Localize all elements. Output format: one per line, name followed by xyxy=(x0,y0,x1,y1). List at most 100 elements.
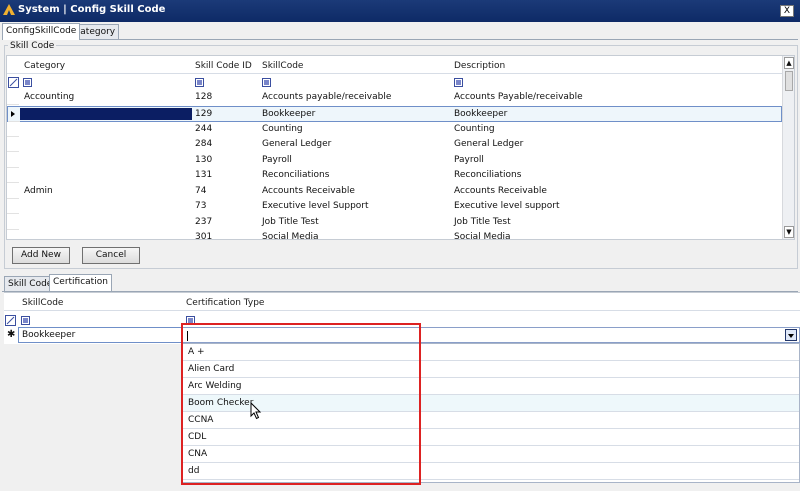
text-caret xyxy=(187,331,188,341)
dropdown-item[interactable]: Alien Card xyxy=(183,361,799,378)
dropdown-item[interactable]: A + xyxy=(183,344,799,361)
dropdown-arrow-icon[interactable] xyxy=(785,329,797,341)
tab-panel-border xyxy=(2,39,798,40)
column-header-skillcode[interactable]: SkillCode xyxy=(262,61,303,71)
cell-description: Accounts Receivable xyxy=(454,185,547,196)
dropdown-item[interactable]: dd xyxy=(183,463,799,480)
dropdown-item[interactable]: CCNA xyxy=(183,412,799,429)
table-row[interactable]: 131 Reconciliations Reconciliations xyxy=(7,168,782,184)
tab-configskillcode[interactable]: ConfigSkillCode xyxy=(2,23,81,40)
dropdown-item[interactable]: CNA xyxy=(183,446,799,463)
certification-dropdown-list[interactable]: A + Alien Card Arc Welding Boom Checker … xyxy=(182,331,800,483)
cell-description: Payroll xyxy=(454,154,484,165)
cell-skillcode: Counting xyxy=(262,123,303,134)
cancel-button[interactable]: Cancel xyxy=(82,247,140,264)
table-row[interactable]: 244 Counting Counting xyxy=(7,122,782,138)
cell-category: Accounting xyxy=(24,92,75,102)
cell-description: Executive level support xyxy=(454,201,560,211)
row-header[interactable] xyxy=(7,168,19,183)
cell-id: 130 xyxy=(195,154,213,165)
scroll-thumb[interactable] xyxy=(785,71,793,91)
column-header-description[interactable]: Description xyxy=(454,61,505,71)
row-header[interactable] xyxy=(7,215,19,230)
table-row-selected[interactable]: 129 Bookkeeper Bookkeeper xyxy=(7,106,782,122)
cell-skillcode: General Ledger xyxy=(262,139,332,149)
row-header[interactable] xyxy=(7,90,19,105)
row-header[interactable] xyxy=(8,107,20,122)
cell-skillcode: Accounts payable/receivable xyxy=(262,92,392,102)
current-row-icon xyxy=(11,111,15,117)
cell-description: General Ledger xyxy=(454,139,524,149)
selected-category-cell xyxy=(20,108,192,120)
window-title: System | Config Skill Code xyxy=(18,4,166,15)
skillcode-edit-cell[interactable]: Bookkeeper xyxy=(18,327,184,343)
cell-description: Counting xyxy=(454,123,495,134)
cell-skillcode: Social Media xyxy=(262,232,319,240)
table-row[interactable]: 284 General Ledger General Ledger xyxy=(7,137,782,153)
column-header-certification-type[interactable]: Certification Type xyxy=(186,298,264,308)
cell-description: Job Title Test xyxy=(454,216,511,227)
table-row[interactable]: 73 Executive level Support Executive lev… xyxy=(7,199,782,215)
app-icon xyxy=(3,4,15,15)
filter-category-icon[interactable] xyxy=(23,78,32,87)
row-header[interactable] xyxy=(7,153,19,168)
header-divider xyxy=(4,310,800,311)
filter-skillcode-icon[interactable] xyxy=(21,316,30,325)
group-label: Skill Code xyxy=(8,41,57,51)
row-header[interactable] xyxy=(7,184,19,199)
cell-skillcode: Bookkeeper xyxy=(262,109,316,119)
filter-description-icon[interactable] xyxy=(454,78,463,87)
table-row[interactable]: 237 Job Title Test Job Title Test xyxy=(7,215,782,231)
cell-id: 284 xyxy=(195,139,213,149)
mouse-pointer-icon xyxy=(250,402,262,420)
cell-description: Reconciliations xyxy=(454,170,522,180)
cell-id: 131 xyxy=(195,170,213,180)
row-header[interactable] xyxy=(7,122,19,137)
table-row[interactable]: Accounting 128 Accounts payable/receivab… xyxy=(7,90,782,106)
cell-skillcode: Reconciliations xyxy=(262,170,330,180)
filter-clear-icon[interactable] xyxy=(8,77,19,88)
add-new-button[interactable]: Add New xyxy=(12,247,70,264)
cell-id: 244 xyxy=(195,123,213,134)
cell-skillcode: Accounts Receivable xyxy=(262,185,355,196)
cell-id: 129 xyxy=(195,109,213,119)
scroll-down-icon[interactable]: ▼ xyxy=(784,226,794,238)
new-row-asterisk-icon: ✱ xyxy=(7,329,16,340)
cell-skillcode: Payroll xyxy=(262,154,292,165)
dropdown-item[interactable]: Arc Welding xyxy=(183,378,799,395)
column-header-category[interactable]: Category xyxy=(24,61,65,71)
vertical-scrollbar[interactable]: ▲ ▼ xyxy=(782,56,794,239)
dropdown-item[interactable]: CDL xyxy=(183,429,799,446)
cell-skillcode: Executive level Support xyxy=(262,201,369,211)
cell-description: Social Media xyxy=(454,232,511,240)
cell-category: Admin xyxy=(24,185,53,196)
filter-certification-icon[interactable] xyxy=(186,316,195,325)
filter-skillcode-icon[interactable] xyxy=(262,78,271,87)
header-divider xyxy=(7,73,782,74)
title-bar: System | Config Skill Code X xyxy=(0,0,800,22)
cell-id: 73 xyxy=(195,201,207,211)
tab-certification[interactable]: Certification xyxy=(49,274,112,291)
cell-skillcode: Job Title Test xyxy=(262,216,319,227)
cell-id: 237 xyxy=(195,216,213,227)
cell-id: 74 xyxy=(195,185,207,196)
table-row[interactable]: Admin 74 Accounts Receivable Accounts Re… xyxy=(7,184,782,200)
cell-description: Bookkeeper xyxy=(454,109,508,119)
dropdown-item-hovered[interactable]: Boom Checker xyxy=(183,395,799,412)
cell-id: 301 xyxy=(195,232,213,240)
skill-code-grid: Category Skill Code ID SkillCode Descrip… xyxy=(6,55,795,240)
filter-clear-icon[interactable] xyxy=(5,315,16,326)
row-header[interactable] xyxy=(7,137,19,152)
column-header-skill-code-id[interactable]: Skill Code ID xyxy=(195,61,252,71)
column-header-skillcode[interactable]: SkillCode xyxy=(22,298,63,308)
table-row[interactable]: 130 Payroll Payroll xyxy=(7,153,782,169)
cell-description: Accounts Payable/receivable xyxy=(454,92,583,102)
cell-id: 128 xyxy=(195,92,213,102)
row-header[interactable] xyxy=(7,230,19,239)
scroll-up-icon[interactable]: ▲ xyxy=(784,57,794,69)
row-header[interactable] xyxy=(7,199,19,214)
dropdown-search-field[interactable] xyxy=(183,328,418,344)
table-row[interactable]: 301 Social Media Social Media xyxy=(7,230,782,240)
filter-id-icon[interactable] xyxy=(195,78,204,87)
close-button[interactable]: X xyxy=(780,5,794,17)
